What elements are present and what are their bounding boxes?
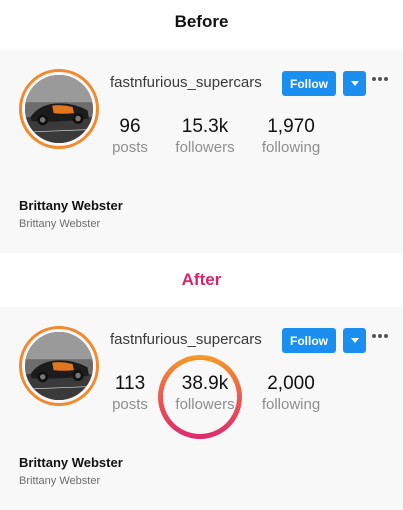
- posts-count: 113: [114, 373, 146, 394]
- supercar-avatar-image: [25, 332, 93, 400]
- ellipsis-icon[interactable]: [372, 75, 388, 83]
- followers-count: 38.9k: [181, 373, 229, 394]
- full-name: Brittany Webster: [19, 198, 123, 213]
- caret-down-icon: [350, 81, 359, 86]
- follow-options-button[interactable]: [343, 328, 366, 353]
- followers-stat[interactable]: 38.9k followers: [167, 373, 243, 414]
- supercar-avatar-image: [25, 75, 93, 143]
- posts-count: 96: [119, 116, 141, 137]
- bio-text: Brittany Webster: [19, 218, 101, 230]
- avatar[interactable]: [19, 326, 99, 406]
- follow-button[interactable]: Follow: [282, 71, 336, 96]
- avatar[interactable]: [19, 69, 99, 149]
- profile-card-before: fastnfurious_supercars Follow 96 posts 1…: [0, 50, 403, 253]
- followers-label: followers: [175, 139, 235, 156]
- following-count: 2,000: [267, 373, 315, 394]
- ellipsis-icon[interactable]: [372, 332, 388, 340]
- username[interactable]: fastnfurious_supercars: [110, 331, 262, 348]
- caret-down-icon: [350, 338, 359, 343]
- following-count: 1,970: [267, 116, 315, 137]
- bio-text: Brittany Webster: [19, 475, 101, 487]
- followers-label: followers: [175, 396, 235, 413]
- follow-button[interactable]: Follow: [282, 328, 336, 353]
- after-heading: After: [181, 270, 222, 289]
- username[interactable]: fastnfurious_supercars: [110, 74, 262, 91]
- posts-stat[interactable]: 96 posts: [105, 116, 155, 157]
- following-label: following: [261, 396, 321, 413]
- full-name: Brittany Webster: [19, 455, 123, 470]
- following-stat[interactable]: 1,970 following: [255, 116, 327, 157]
- following-stat[interactable]: 2,000 following: [255, 373, 327, 414]
- posts-label: posts: [112, 396, 148, 413]
- before-heading: Before: [174, 12, 229, 31]
- profile-card-after: fastnfurious_supercars Follow 113 posts …: [0, 307, 403, 510]
- following-label: following: [261, 139, 321, 156]
- followers-count: 15.3k: [181, 116, 229, 137]
- posts-stat[interactable]: 113 posts: [105, 373, 155, 414]
- follow-options-button[interactable]: [343, 71, 366, 96]
- posts-label: posts: [112, 139, 148, 156]
- followers-stat[interactable]: 15.3k followers: [167, 116, 243, 157]
